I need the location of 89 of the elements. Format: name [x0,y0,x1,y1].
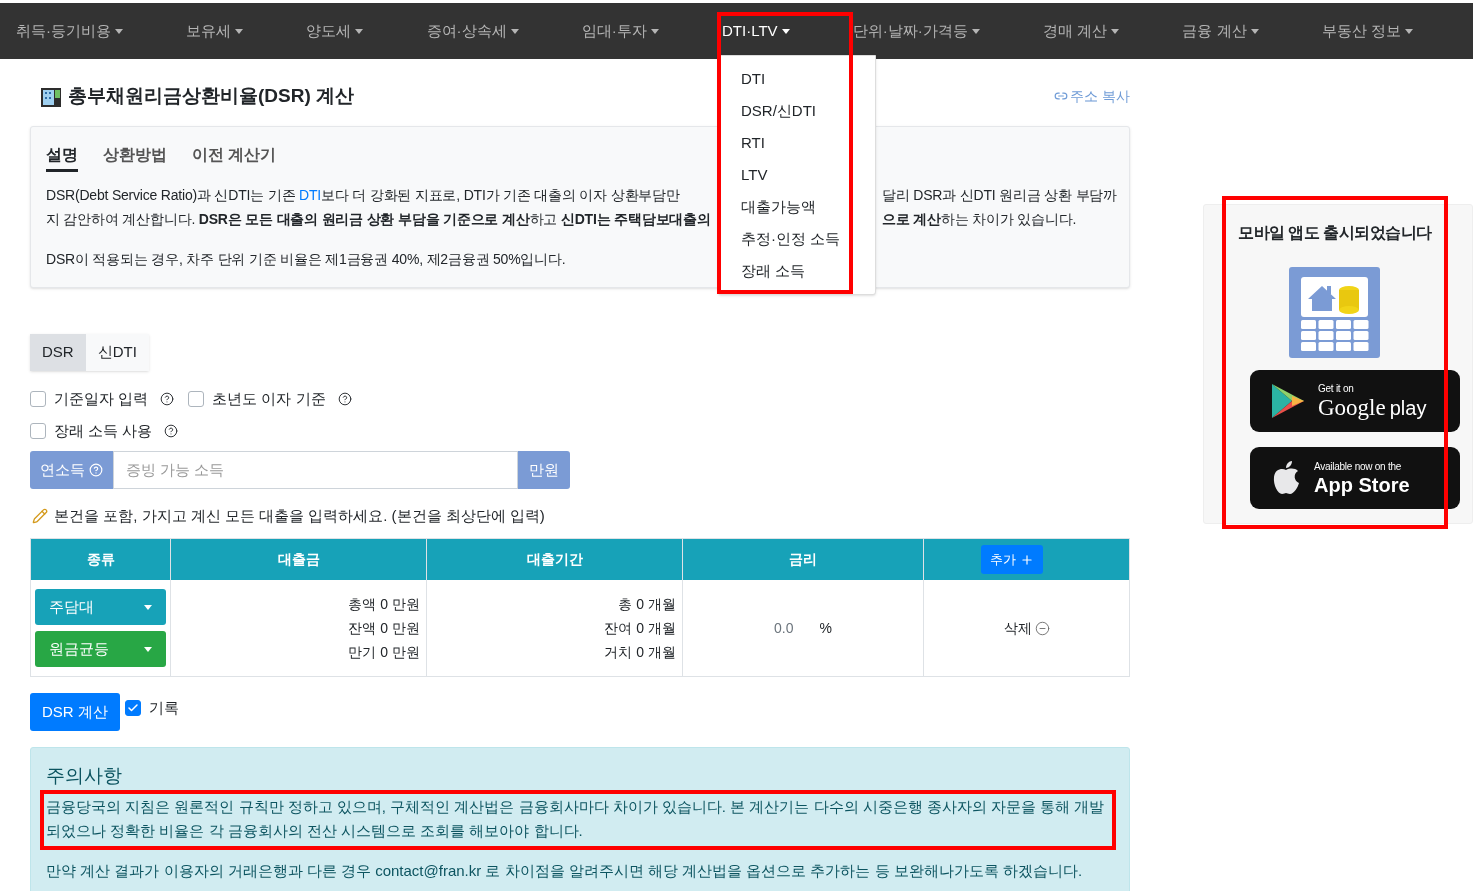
dti-link[interactable]: DTI [299,187,321,203]
option-label: 장래 소득 사용 [54,420,153,441]
app-promo-title: 모바일 앱도 출시되었습니다 [1238,223,1432,243]
caret-icon [115,29,123,35]
add-button[interactable]: 추가 [980,545,1043,574]
dropdown-item[interactable]: DTI [741,63,766,95]
minus-circle-icon [1034,620,1050,636]
description-text: 지 감안하여 계산합니다. DSR은 모든 대출의 원리금 상환 부담을 기준으로 계산하고 신DTI는 주택담보대출의 [46,210,711,229]
mode-toggle-button[interactable]: DSR [30,334,86,371]
calculator-house-icon [1288,267,1380,358]
description-text: 으로 계산하는 차이가 있습니다. [882,210,1078,229]
nav-menu-item[interactable]: 임대·투자 [581,19,659,43]
plus-icon [1019,552,1034,567]
pencil-icon [32,508,48,524]
column-header: 대출금 [171,539,427,580]
caret-icon [971,29,980,35]
nav-menu-item[interactable]: 취득·등기비용 [16,19,123,43]
dropdown-item[interactable]: LTV [741,159,768,191]
notice-title: 주의사항 [46,764,123,788]
caret-icon [235,29,244,35]
dropdown-item[interactable]: DSR/신DTI [741,95,816,127]
column-header: 종류 [31,539,171,580]
apple-icon [1272,461,1300,495]
instruction-note: 본건을 포함, 가지고 계신 모든 대출을 입력하세요. (본건을 최상단에 입력) [54,505,545,526]
play-triangle-icon [1272,384,1304,418]
description-text: 달리 DSR과 신DTI 원리금 상환 부담까 [882,186,1118,205]
link-icon [1054,89,1069,103]
notice-text: 만약 계산 결과가 이용자의 거래은행과 다른 경우 contact@fran.kr 로 차이점을 알려주시면 해당 계산법을 옵션으로 추가하는 등 보완해나가도록 하겠습니다. [46,861,1084,881]
info-tab[interactable]: 설명 [46,141,78,172]
caret-icon [355,29,364,35]
badge-store-name: App Store [1314,474,1410,495]
dropdown-item[interactable]: 장래 소득 [741,255,806,287]
interest-rate-value[interactable]: 0.0 [774,617,794,639]
column-header: 금리 [683,539,924,580]
income-field[interactable]: 증빙 가능 소득 [113,451,518,489]
loan-amount-text: 만기 0 만원 [348,643,420,662]
page-title: 총부채원리금상환비율(DSR) 계산 [68,83,355,108]
nav-menu-item[interactable]: 단위·날짜·가격등 [852,19,980,43]
dropdown-item[interactable]: 추정·인정 소득 [741,223,841,255]
loan-period-text: 거치 0 개월 [604,643,676,662]
checkbox[interactable] [30,423,46,439]
delete-button[interactable]: 삭제 [1003,617,1050,639]
income-label: 연소득 [30,451,113,489]
checkbox[interactable] [30,391,46,407]
loan-amount-text: 잔액 0 만원 [348,619,420,638]
checkbox[interactable] [124,700,141,717]
caret-icon [144,646,152,652]
nav-menu-item[interactable]: 보유세 [186,19,244,43]
mode-toggle-button[interactable]: 신DTI [85,334,149,371]
caret-icon [144,604,152,610]
building-icon [40,85,62,107]
nav-menu-item[interactable]: 증여·상속세 [426,19,519,43]
google-play-badge[interactable]: Get it on Google play [1250,370,1460,432]
nav-menu-item[interactable]: 부동산 정보 [1321,19,1413,43]
caret-icon [781,29,790,35]
info-tab[interactable]: 상환방법 [103,141,167,172]
caret-icon [510,29,519,35]
calculate-button[interactable]: DSR 계산 [30,693,120,731]
notice-text: 금융당국의 지침은 원론적인 규칙만 정하고 있으며, 구체적인 계산법은 금융회사마다 차이가 있습니다. 본 계산기는 다수의 시중은행 종사자의 자문을 통해 개발되었으나 정확한 비율은 각 금융회사의 전산 시스템으로 조회를 해보아야 합니다. [46,797,1106,841]
help-icon[interactable] [337,392,352,406]
description-text: DSR(Debt Service Ratio)과 신DTI는 기존 DTI보다 더 강화된 지표로, DTI가 기존 대출의 이자 상환부담만 [46,186,680,205]
badge-caption: Get it on [1318,383,1355,394]
checkbox[interactable] [188,391,205,407]
loan-period-text: 총 0 개월 [618,595,676,614]
dropdown-item[interactable]: 대출가능액 [741,191,816,223]
column-header: 대출기간 [427,539,683,580]
option-label: 기준일자 입력 [54,388,149,409]
info-tab[interactable]: 이전 계산기 [192,141,277,172]
badge-store-name: Google play [1318,395,1427,419]
unit-label: 만원 [518,451,570,489]
caret-icon [1404,29,1413,35]
record-label: 기록 [148,698,179,718]
nav-menu-item[interactable]: 경매 계산 [1043,19,1120,43]
caret-icon [650,29,659,35]
description-note: DSR이 적용되는 경우, 차주 단위 기준 비율은 제1금융권 40%, 제2금융권 50%입니다. [46,250,567,269]
nav-menu-item[interactable]: DTI·LTV [722,19,790,43]
option-label: 초년도 이자 기준 [212,388,326,409]
dropdown-item[interactable]: RTI [741,127,765,159]
loan-amount-text: 총액 0 만원 [348,595,420,614]
help-icon[interactable] [160,392,175,406]
percent-unit: % [819,618,832,638]
caret-icon [1111,29,1120,35]
nav-menu-item[interactable]: 금융 계산 [1182,19,1259,43]
loan-period-text: 잔여 0 개월 [604,619,676,638]
nav-menu-item[interactable]: 양도세 [306,19,364,43]
badge-caption: Available now on the [1314,461,1403,472]
help-icon[interactable] [164,424,179,438]
caret-icon [1250,29,1259,35]
app-store-badge[interactable]: Available now on the App Store [1250,447,1460,509]
